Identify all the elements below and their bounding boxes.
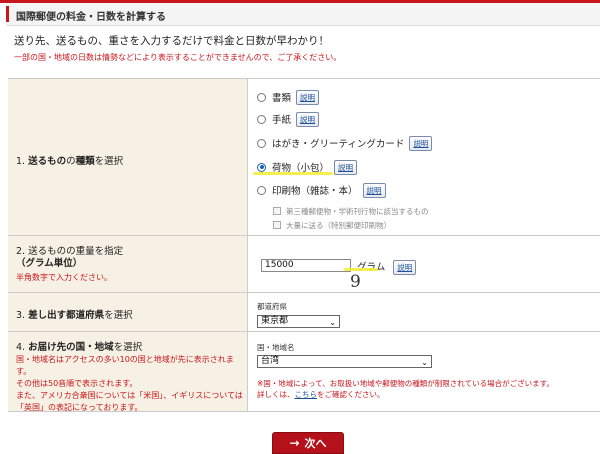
destination-row: 4. お届け先の国・地域を選択 国・地域名はアクセスの多い10の国と地域が先に表…: [8, 332, 600, 412]
weight-row: 2. 送るものの重量を指定 （グラム単位） 半角数字で入力ください。 15000…: [8, 236, 600, 293]
explain-button-printed-matter[interactable]: 説明: [362, 182, 386, 198]
destination-label: 4. お届け先の国・地域を選択: [16, 342, 143, 353]
highlight-mark-gram: [344, 268, 378, 271]
weight-input[interactable]: 15000: [261, 259, 351, 272]
arrow-right-icon: →: [289, 436, 300, 450]
next-button[interactable]: → 次へ: [272, 432, 344, 454]
handwritten-annotation: 9: [350, 272, 361, 292]
suboption-third-class[interactable]: 第三種郵便物・学術刊行物に該当するもの: [273, 205, 429, 217]
option-documents[interactable]: 書類 説明: [257, 89, 320, 105]
country-warning: ※国・地域によって、お取扱い地域や郵便物の種類が制限されている場合がございます。…: [257, 379, 554, 399]
radio-printed-matter[interactable]: [257, 185, 266, 195]
checkbox-third-class[interactable]: [273, 207, 281, 215]
prefecture-label: 3. 差し出す都道府県を選択: [16, 310, 133, 321]
weight-input-cell: 15000 グラム 説明: [249, 236, 600, 292]
destination-notes: 国・地域名はアクセスの多い10の国と地域が先に表示されます。 その他は50音順で…: [16, 355, 243, 412]
explain-button-postcard[interactable]: 説明: [409, 135, 433, 151]
item-type-options: 書類 説明 手紙 説明 はがき・グリーティングカード 説明 荷物（小包） 説明 …: [249, 79, 600, 235]
highlight-mark-parcel: [253, 172, 333, 175]
section-header: 国際郵便の料金・日数を計算する: [6, 3, 600, 26]
details-link[interactable]: こちら: [295, 390, 318, 399]
radio-documents[interactable]: [257, 92, 266, 102]
prefecture-field-label: 都道府県: [257, 302, 287, 311]
destination-cell: 国・地域名 台湾 ⌄ ※国・地域によって、お取扱い地域や郵便物の種類が制限されてい…: [249, 332, 600, 411]
explain-button-weight[interactable]: 説明: [393, 260, 417, 275]
prefecture-label-cell: 3. 差し出す都道府県を選択: [8, 293, 248, 331]
prefecture-row: 3. 差し出す都道府県を選択 都道府県 東京都 ⌄: [8, 293, 600, 332]
checkbox-bulk[interactable]: [273, 221, 281, 229]
destination-label-cell: 4. お届け先の国・地域を選択 国・地域名はアクセスの多い10の国と地域が先に表…: [8, 332, 248, 412]
country-field-label: 国・地域名: [257, 343, 295, 352]
radio-postcard[interactable]: [257, 138, 266, 148]
chevron-down-icon: ⌄: [421, 358, 428, 367]
header-accent-bar: [6, 6, 9, 22]
country-select[interactable]: 台湾 ⌄: [257, 355, 432, 368]
option-letter[interactable]: 手紙 説明: [257, 111, 320, 127]
option-printed-matter[interactable]: 印刷物（雑誌・本） 説明: [257, 182, 386, 198]
intro-text: 送り先、送るもの、重さを入力するだけで料金と日数が早わかり！: [14, 35, 329, 47]
item-type-label: 1. 送るものの種類を選択: [16, 156, 124, 167]
radio-letter[interactable]: [257, 114, 266, 124]
weight-unit: グラム 説明: [357, 259, 417, 275]
calculator-form: 1. 送るものの種類を選択 書類 説明 手紙 説明 はがき・グリーティングカード…: [8, 78, 600, 412]
explain-button-documents[interactable]: 説明: [296, 89, 320, 105]
notice-text: 一部の国・地域の日数は情勢などにより表示することができませんので、ご了承ください…: [14, 53, 342, 62]
option-postcard[interactable]: はがき・グリーティングカード 説明: [257, 135, 433, 151]
prefecture-select[interactable]: 東京都 ⌄: [257, 315, 340, 328]
radio-parcel[interactable]: [257, 162, 266, 172]
explain-button-parcel[interactable]: 説明: [334, 159, 358, 175]
chevron-down-icon: ⌄: [329, 318, 336, 327]
item-type-label-cell: 1. 送るものの種類を選択: [8, 79, 248, 235]
prefecture-cell: 都道府県 東京都 ⌄: [249, 293, 600, 331]
explain-button-letter[interactable]: 説明: [296, 111, 320, 127]
item-type-row: 1. 送るものの種類を選択 書類 説明 手紙 説明 はがき・グリーティングカード…: [8, 79, 600, 236]
suboption-bulk[interactable]: 大量に送る（特別郵便印刷物）: [273, 219, 391, 231]
weight-hint: 半角数字で入力ください。: [16, 273, 112, 282]
weight-unit-label: （グラム単位）: [16, 258, 83, 269]
page-title: 国際郵便の料金・日数を計算する: [16, 12, 166, 23]
weight-label-cell: 2. 送るものの重量を指定 （グラム単位） 半角数字で入力ください。: [8, 236, 248, 292]
